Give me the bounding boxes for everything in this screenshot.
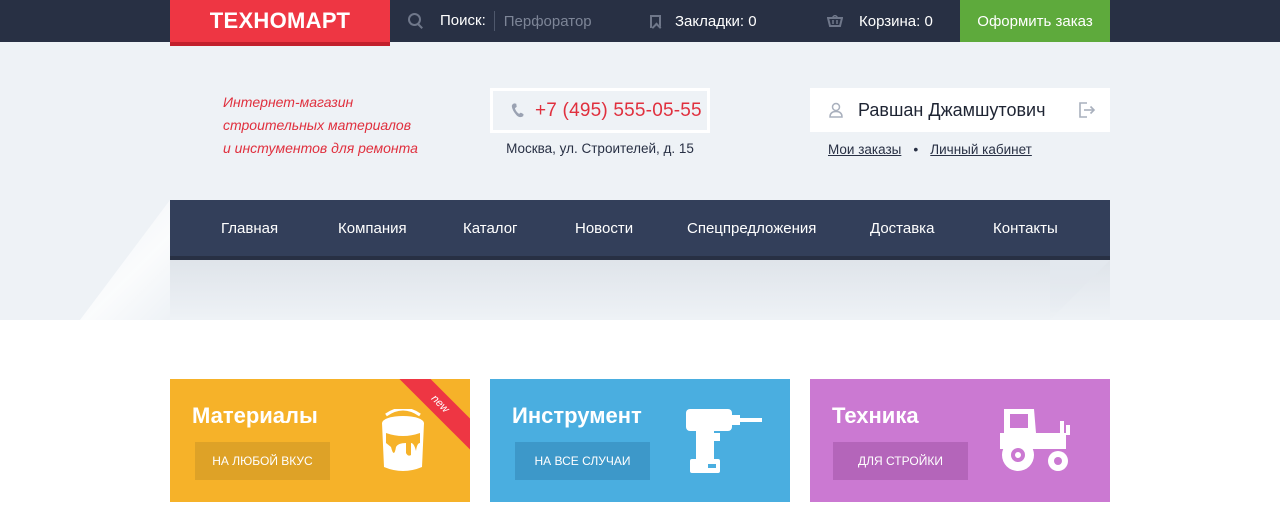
basket-icon (827, 15, 843, 27)
nav-item-contacts[interactable]: Контакты (993, 220, 1058, 237)
my-orders-link[interactable]: Мои заказы (828, 142, 901, 157)
separator: • (913, 141, 919, 157)
cart-link[interactable]: Корзина: 0 (827, 0, 933, 42)
personal-cabinet-link[interactable]: Личный кабинет (930, 142, 1032, 157)
search-input[interactable] (494, 12, 615, 30)
bookmarks-link[interactable]: Закладки: 0 (650, 0, 757, 42)
card-title: Материалы (192, 403, 318, 428)
logout-icon[interactable] (1078, 102, 1096, 118)
checkout-button[interactable]: Оформить заказ (960, 0, 1110, 42)
card-button[interactable]: на все случаи (515, 442, 650, 480)
nav-item-catalog[interactable]: Каталог (463, 220, 518, 237)
header: Интернет-магазин строительных материалов… (0, 42, 1280, 320)
drill-icon (686, 409, 762, 473)
cart-label: Корзина: 0 (859, 12, 933, 30)
card-title: Инструмент (512, 403, 642, 428)
phone-number[interactable]: +7 (495) 555-05-55 (535, 100, 702, 122)
main-nav: Главная Компания Каталог Новости Спецпре… (170, 200, 1110, 260)
user-name: Равшан Джамшутович (858, 99, 1046, 120)
user-links: Мои заказы • Личный кабинет (828, 141, 1032, 157)
category-card-materials[interactable]: Материалы на любой вкус new (170, 379, 470, 502)
nav-item-special-offers[interactable]: Спецпредложения (687, 220, 816, 237)
slogan-line: строительных материалов (223, 117, 412, 133)
search-icon (408, 13, 424, 29)
site-logo[interactable]: ТЕХНОМАРТ (170, 0, 390, 46)
store-address: Москва, ул. Строителей, д. 15 (506, 141, 694, 156)
decorative-shadow-under-nav (170, 260, 1110, 320)
user-box: Равшан Джамшутович (810, 88, 1110, 132)
card-button[interactable]: для стройки (833, 442, 968, 480)
bookmark-icon (650, 14, 661, 28)
top-bar: ТЕХНОМАРТ Поиск: Закладки: 0 Корзина: 0 … (0, 0, 1280, 46)
decorative-shadow-left (80, 200, 170, 320)
slogan-line: Интернет-магазин (223, 94, 354, 110)
store-slogan: Интернет-магазин строительных материалов… (223, 91, 418, 160)
slogan-line: и инстументов для ремонта (223, 140, 418, 156)
card-title: Техника (832, 403, 919, 428)
category-card-tools[interactable]: Инструмент на все случаи (490, 379, 790, 502)
search-bar: Поиск: (408, 0, 615, 42)
phone-box: +7 (495) 555-05-55 (490, 88, 710, 133)
phone-icon (511, 102, 524, 117)
category-card-machinery[interactable]: Техника для стройки (810, 379, 1110, 502)
tractor-icon (1000, 409, 1070, 471)
nav-item-delivery[interactable]: Доставка (870, 220, 934, 237)
nav-item-company[interactable]: Компания (338, 220, 407, 237)
bookmarks-label: Закладки: 0 (675, 12, 757, 30)
nav-item-home[interactable]: Главная (221, 220, 278, 237)
paint-bucket-icon (382, 409, 424, 471)
user-icon (829, 102, 843, 118)
card-button[interactable]: на любой вкус (195, 442, 330, 480)
search-label: Поиск: (440, 11, 495, 31)
nav-item-news[interactable]: Новости (575, 220, 633, 237)
